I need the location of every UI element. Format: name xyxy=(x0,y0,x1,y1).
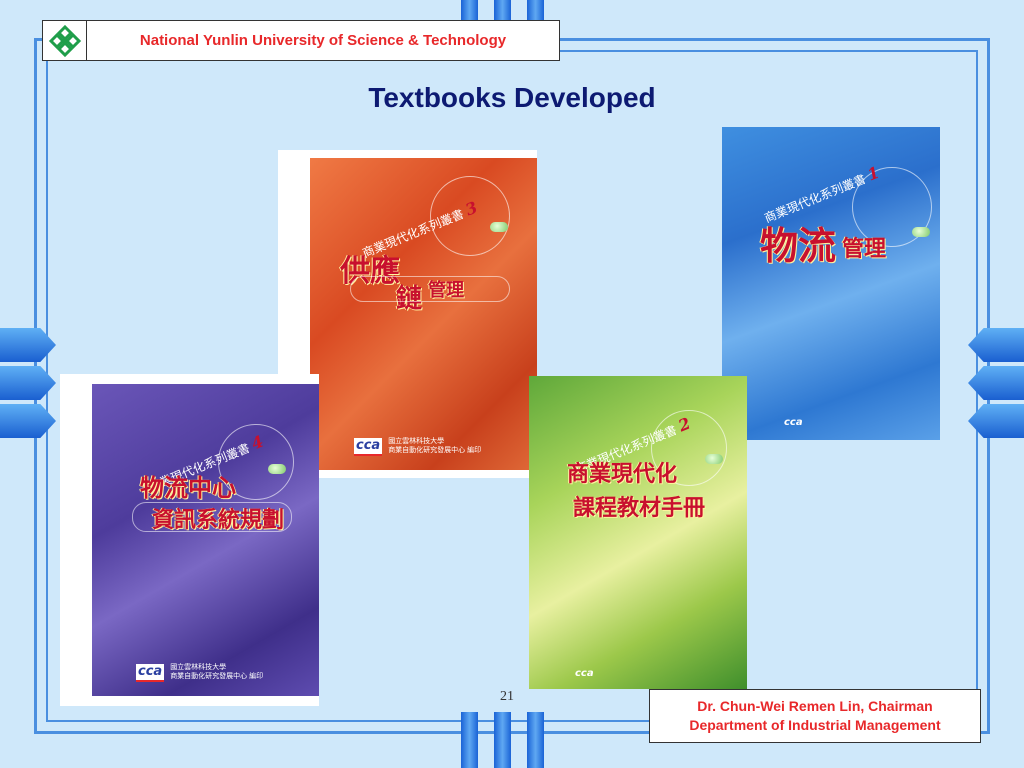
institution-header: National Yunlin University of Science & … xyxy=(42,20,560,61)
decorative-pill xyxy=(268,464,286,474)
author-credit: Dr. Chun-Wei Remen Lin, Chairman Departm… xyxy=(649,689,981,743)
cca-logo-icon: cca xyxy=(784,417,803,428)
page-number: 21 xyxy=(500,689,514,704)
decorative-bar xyxy=(494,712,511,768)
book-title-part: 管理 xyxy=(842,236,887,262)
decorative-pill xyxy=(705,454,723,464)
university-flower-logo-icon xyxy=(43,21,87,60)
publisher-block: cca xyxy=(573,668,596,681)
decorative-outline xyxy=(132,502,292,532)
book-cover-logistics-management: 商業現代化系列叢書 1 物流 管理 cca xyxy=(722,127,940,440)
decorative-pill xyxy=(490,222,508,232)
institution-name: National Yunlin University of Science & … xyxy=(139,32,507,49)
author-name: Dr. Chun-Wei Remen Lin, Chairman xyxy=(697,698,933,715)
slide-title: Textbooks Developed xyxy=(368,82,656,113)
decorative-bar xyxy=(461,712,478,768)
department-name: Department of Industrial Management xyxy=(689,717,941,733)
cca-logo-icon: cca xyxy=(354,438,383,457)
decorative-pill xyxy=(912,227,930,237)
decorative-outline xyxy=(350,276,510,302)
publisher-block: cca 國立雲林科技大學 商業自動化研究發展中心 編印 xyxy=(136,664,263,683)
cca-logo-icon: cca xyxy=(136,664,165,683)
book-title: 物流中心 xyxy=(140,473,236,502)
publisher-block: cca 國立雲林科技大學 商業自動化研究發展中心 編印 xyxy=(354,438,481,457)
publisher-block: cca xyxy=(782,417,805,430)
cca-logo-icon: cca xyxy=(575,668,594,679)
book-title: 物流 xyxy=(760,223,837,268)
book-title-part: 課程教材手冊 xyxy=(573,495,706,521)
book-cover-commercial-modernization: 商業現代化系列叢書 2 商業現代化 課程教材手冊 cca xyxy=(529,376,747,689)
book-title: 商業現代化 xyxy=(567,461,678,487)
decorative-bar xyxy=(527,712,544,768)
book-cover-logistics-center-is: 商業現代化系列叢書 4 物流中心 資訊系統規劃 cca 國立雲林科技大學 商業自… xyxy=(60,374,319,706)
